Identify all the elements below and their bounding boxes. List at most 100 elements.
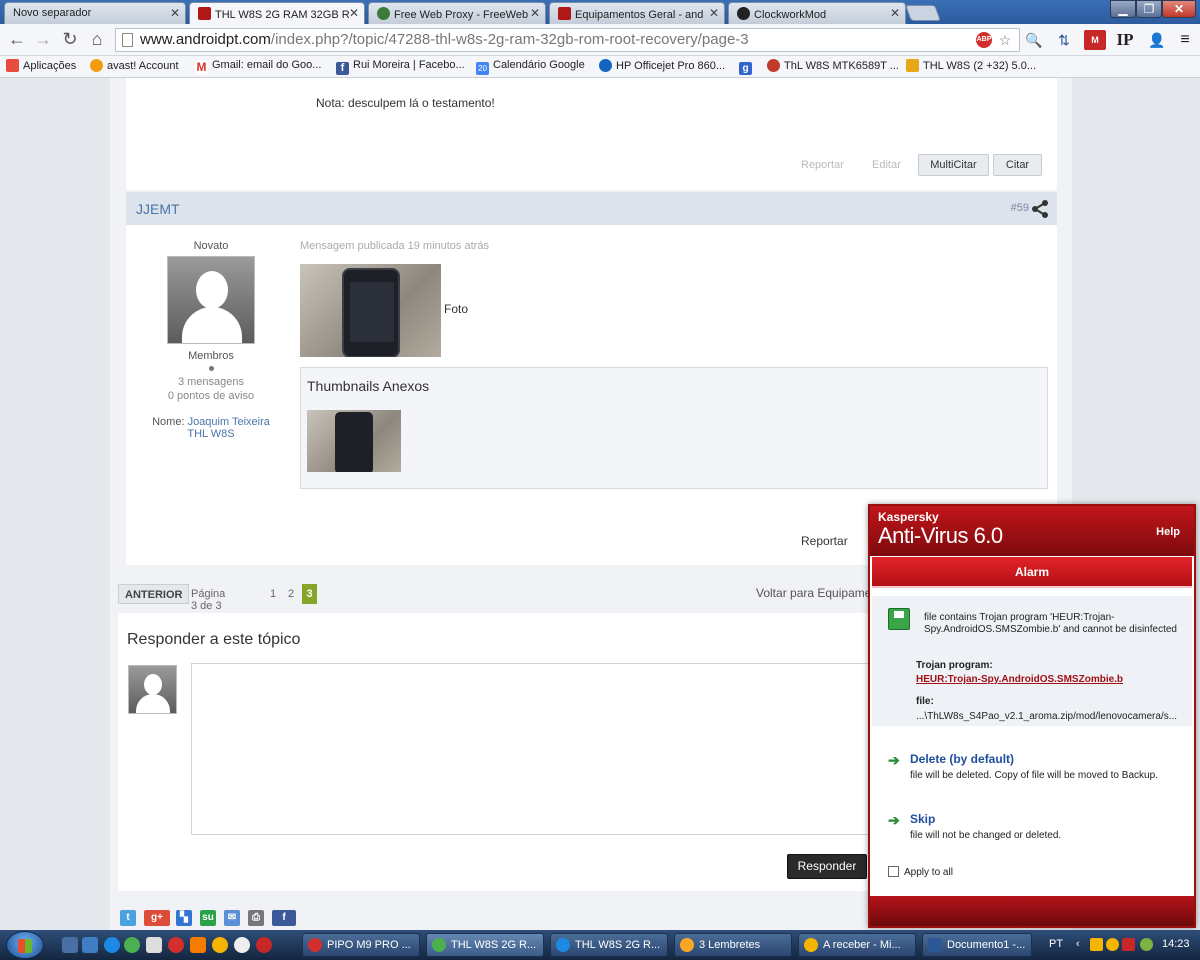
windows-taskbar: PIPO M9 PRO ... THL W8S 2G R... THL W8S … (0, 930, 1200, 960)
checkbox-icon[interactable] (888, 866, 899, 877)
close-window-button[interactable]: ✕ (1162, 0, 1196, 18)
chrome-icon[interactable] (124, 937, 140, 953)
close-icon[interactable]: ✕ (349, 6, 359, 20)
tab-new-tab[interactable]: Novo separador ✕ (4, 2, 186, 24)
delete-action-title[interactable]: Delete (by default) (910, 752, 1014, 766)
forward-arrow-icon[interactable]: → (32, 29, 54, 51)
taskbar-item-word[interactable]: Documento1 -... (922, 933, 1032, 957)
menu-icon[interactable]: ≡ (1176, 30, 1194, 50)
google-plus-icon[interactable]: g+ (144, 910, 170, 926)
post-number[interactable]: #59 (1011, 202, 1029, 214)
magnifier-icon[interactable]: 🔍 (1024, 30, 1044, 50)
close-icon[interactable]: ✕ (709, 6, 719, 20)
bookmark-facebook[interactable]: f Rui Moreira | Facebo... (336, 59, 465, 75)
previous-page-button[interactable]: ANTERIOR (118, 584, 190, 604)
bookmark-thl-mtk[interactable]: ThL W8S MTK6589T ... (767, 59, 899, 72)
user-extension-icon[interactable]: 👤 (1146, 30, 1168, 50)
trojan-label: Trojan program: (916, 660, 993, 671)
quote-button[interactable]: Citar (993, 154, 1042, 176)
post-author[interactable]: JJEMT (136, 201, 180, 217)
bookmark-calendar[interactable]: 20 Calendário Google (476, 59, 585, 75)
maximize-button[interactable]: ❐ (1136, 0, 1162, 18)
facebook-share-icon[interactable]: f (272, 910, 296, 926)
twitter-icon[interactable]: t (120, 910, 136, 926)
user-name-label: Nome: (152, 416, 185, 428)
close-icon[interactable]: ✕ (170, 6, 180, 20)
taskbar-item-reminders[interactable]: 3 Lembretes (674, 933, 792, 957)
reply-submit-button[interactable]: Responder (787, 854, 867, 879)
adblock-icon[interactable]: ABP (976, 32, 992, 48)
minimize-button[interactable]: ▁ (1110, 0, 1136, 18)
stumbleupon-icon[interactable]: su (200, 910, 216, 926)
attachment-thumbnail[interactable] (307, 410, 401, 472)
attached-photo[interactable] (300, 264, 441, 357)
taskbar-item-mail[interactable]: A receber - Mi... (798, 933, 916, 957)
network-tray-icon[interactable] (1140, 938, 1153, 951)
trojan-name-link[interactable]: HEUR:Trojan-Spy.AndroidOS.SMSZombie.b (916, 674, 1123, 685)
bell-icon (680, 938, 694, 952)
close-icon[interactable]: ✕ (890, 6, 900, 20)
kaspersky-tray-icon[interactable] (1122, 938, 1135, 951)
green-arrow-icon: ➔ (888, 812, 900, 828)
report-link[interactable]: Reportar (801, 534, 848, 548)
back-to-forum-link[interactable]: Voltar para Equipame (756, 586, 871, 600)
close-icon[interactable]: ✕ (530, 6, 540, 20)
attachments-box: Thumbnails Anexos (300, 367, 1048, 489)
tab-equipamentos[interactable]: Equipamentos Geral - and ✕ (549, 2, 725, 24)
opera-alt-icon[interactable] (256, 937, 272, 953)
tab-clockworkmod[interactable]: ClockworkMod ✕ (728, 2, 906, 24)
clock[interactable]: 14:23 (1162, 938, 1190, 950)
taskbar-item-ie[interactable]: THL W8S 2G R... (550, 933, 668, 957)
bookmark-avast[interactable]: avast! Account (90, 59, 179, 72)
explorer-icon[interactable] (82, 937, 98, 953)
star-icon[interactable]: ☆ (995, 30, 1015, 50)
reply-textarea[interactable] (191, 663, 881, 835)
translate-icon[interactable]: ⇅ (1054, 30, 1074, 50)
media-player-icon[interactable] (190, 937, 206, 953)
taskbar-item-pipo[interactable]: PIPO M9 PRO ... (302, 933, 420, 957)
delicious-icon[interactable]: ▚ (176, 910, 192, 926)
tray-expand-icon[interactable]: ‹ (1076, 938, 1080, 950)
bookmark-google[interactable]: g (739, 59, 756, 75)
start-button[interactable] (6, 931, 44, 959)
mail-icon[interactable] (212, 937, 228, 953)
page-1-link[interactable]: 1 (270, 588, 276, 600)
help-link[interactable]: Help (1156, 526, 1180, 538)
gmail-notifier-icon[interactable]: M (1084, 30, 1106, 50)
bookmark-aplicacoes[interactable]: Aplicações (6, 59, 76, 72)
ip-icon[interactable]: IP (1114, 30, 1136, 50)
address-bar[interactable]: www.androidpt.com/index.php?/topic/47288… (115, 28, 1020, 52)
opera-icon[interactable] (168, 937, 184, 953)
page-2-link[interactable]: 2 (288, 588, 294, 600)
bookmark-label: HP Officejet Pro 860... (616, 60, 726, 72)
reload-icon[interactable]: ↻ (59, 29, 81, 51)
taskbar-item-chrome[interactable]: THL W8S 2G R... (426, 933, 544, 957)
skip-action-title[interactable]: Skip (910, 812, 935, 826)
report-link[interactable]: Reportar (801, 159, 844, 171)
bookmark-thl-w8s[interactable]: THL W8S (2 +32) 5.0... (906, 59, 1036, 72)
tab-free-web-proxy[interactable]: Free Web Proxy - FreeWeb ✕ (368, 2, 546, 24)
user-device: THL W8S (187, 428, 235, 440)
home-icon[interactable]: ⌂ (86, 29, 108, 51)
bookmark-label: Aplicações (23, 60, 77, 72)
bookmark-hp[interactable]: HP Officejet Pro 860... (599, 59, 725, 72)
email-icon[interactable]: ✉ (224, 910, 240, 926)
bookmark-gmail[interactable]: M Gmail: email do Goo... (195, 59, 321, 74)
print-icon[interactable]: ⎙ (248, 910, 264, 926)
share-icon[interactable] (1031, 200, 1049, 218)
show-desktop-icon[interactable] (62, 937, 78, 953)
notifier-tray-icon[interactable] (1106, 938, 1119, 951)
app-icon[interactable] (234, 937, 250, 953)
page-3-current: 3 (302, 584, 317, 604)
edit-link[interactable]: Editar (872, 159, 901, 171)
calculator-icon[interactable] (146, 937, 162, 953)
new-tab-button[interactable] (905, 5, 941, 21)
tab-androidpt[interactable]: THL W8S 2G RAM 32GB R ✕ (189, 2, 365, 25)
apply-to-all-checkbox[interactable]: Apply to all (888, 866, 953, 878)
multiquote-button[interactable]: MultiCitar (918, 154, 989, 176)
language-indicator[interactable]: PT (1049, 938, 1063, 950)
back-arrow-icon[interactable]: ← (6, 29, 28, 51)
internet-explorer-icon[interactable] (104, 937, 120, 953)
mail-tray-icon[interactable] (1090, 938, 1103, 951)
user-avatar[interactable] (167, 256, 255, 344)
